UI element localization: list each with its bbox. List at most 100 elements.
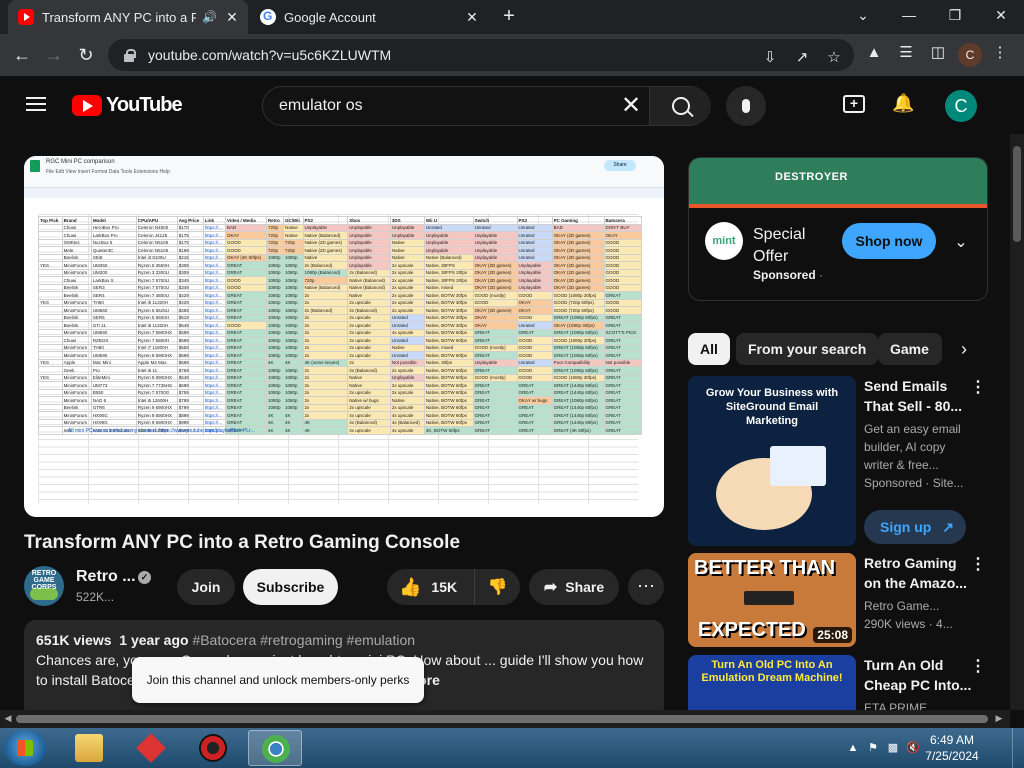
recommendation-ad[interactable]: Grow Your Business with SiteGround Email… — [688, 376, 988, 548]
table-cell: $699 — [176, 351, 204, 360]
channel-name[interactable]: Retro ... — [76, 568, 136, 586]
like-button[interactable]: 👍 15K — [387, 569, 475, 605]
forward-button[interactable]: → — [42, 43, 66, 67]
video-player[interactable]: RGC Mini PC comparison File Edit View In… — [24, 156, 664, 517]
table-cell: OKAY — [225, 231, 267, 240]
recommendation-thumbnail[interactable]: Turn An Old PC Into An Emulation Dream M… — [688, 655, 856, 711]
recommendation-title[interactable]: Send Emails That Sell - 80... — [864, 376, 974, 416]
search-button[interactable] — [649, 87, 711, 125]
table-cell: https://... — [202, 253, 227, 262]
table-cell: HX90G — [90, 411, 137, 420]
table-cell: Beelink — [61, 253, 92, 262]
sheet-share-button: Share — [604, 160, 636, 171]
taskbar-app-media[interactable] — [186, 730, 240, 766]
account-avatar[interactable]: C — [945, 90, 977, 122]
tab-search-icon[interactable]: ⌄ — [840, 0, 886, 30]
reload-button[interactable]: ↻ — [74, 43, 98, 67]
table-cell — [38, 403, 63, 412]
clear-icon[interactable]: ✕ — [619, 94, 643, 119]
start-button[interactable] — [4, 730, 46, 766]
channel-avatar[interactable]: RETRO GAME CORPS — [24, 566, 64, 606]
recommendation-thumbnail[interactable]: Grow Your Business with SiteGround Email… — [688, 376, 856, 546]
install-icon[interactable]: ⇩ — [760, 48, 780, 68]
side-panel-icon[interactable]: ◫ — [928, 43, 948, 63]
taskbar: ▲ ⚑ ▩ 🔇 6:49 AM 7/25/2024 — [0, 728, 1024, 768]
table-cell: 2x upscale — [347, 403, 391, 412]
tab-google-account[interactable]: Google Account ✕ — [252, 0, 488, 34]
chip-all[interactable]: All — [688, 333, 730, 365]
minimize-button[interactable]: — — [886, 0, 932, 30]
show-desktop-button[interactable] — [1012, 728, 1024, 768]
table-cell: Unrated — [516, 238, 553, 247]
taskbar-chrome[interactable] — [248, 730, 302, 766]
new-tab-button[interactable]: + — [498, 6, 520, 28]
chevron-right-icon[interactable]: › — [952, 337, 976, 361]
more-actions-icon[interactable]: ⋯ — [628, 569, 664, 605]
share-button[interactable]: ➦ Share — [529, 569, 619, 605]
more-vert-icon[interactable]: ⋮ — [970, 378, 986, 398]
back-button[interactable]: ← — [10, 43, 34, 67]
search-input[interactable] — [263, 96, 603, 116]
more-vert-icon[interactable]: ⋮ — [970, 555, 986, 575]
horizontal-scrollbar[interactable]: ◀ ▶ — [0, 710, 1010, 728]
profile-avatar[interactable]: C — [958, 43, 982, 67]
table-cell: OKAY — [472, 313, 518, 322]
scrollbar-thumb[interactable] — [1013, 146, 1021, 242]
scroll-right-icon[interactable]: ▶ — [994, 713, 1004, 725]
hashtags[interactable]: #Batocera #retrogaming #emulation — [192, 632, 415, 648]
recommendation-video[interactable]: Turn An Old PC Into An Emulation Dream M… — [688, 655, 988, 711]
join-button[interactable]: Join — [177, 569, 235, 605]
taskbar-explorer[interactable] — [62, 730, 116, 766]
table-cell: GREAT — [225, 411, 267, 420]
more-vert-icon[interactable]: ⋮ — [970, 657, 986, 677]
window-close-button[interactable]: ✕ — [978, 0, 1024, 30]
speaker-icon[interactable]: 🔊 — [202, 10, 218, 24]
close-icon[interactable]: ✕ — [224, 9, 240, 26]
youtube-logo[interactable]: YouTube — [72, 94, 183, 117]
close-icon[interactable]: ✕ — [464, 9, 480, 26]
restore-button[interactable]: ❐ — [932, 0, 978, 30]
subscribe-button[interactable]: Subscribe — [243, 569, 338, 605]
voice-search-button[interactable] — [726, 86, 766, 126]
dislike-button[interactable]: 👎 — [475, 569, 520, 605]
sheets-icon — [30, 160, 40, 172]
table-cell: Native, 30FPS 20fps — [423, 268, 474, 277]
chip-game[interactable]: Game — [878, 333, 942, 365]
chrome-menu-icon[interactable]: ⋮ — [990, 43, 1010, 63]
recommendation-thumbnail[interactable]: BETTER THAN EXPECTED 25:08 — [688, 553, 856, 647]
table-cell: OKAY (2D games) — [551, 268, 605, 277]
table-cell: 4x (Balanced) — [389, 418, 425, 427]
menu-icon[interactable] — [26, 97, 46, 111]
recommendation-channel[interactable]: Retro Game... — [864, 597, 974, 615]
show-hidden-icons-icon[interactable]: ▲ — [846, 742, 860, 754]
flag-icon[interactable]: ⚑ — [866, 742, 880, 754]
scrollbar-thumb[interactable] — [16, 715, 988, 723]
labs-flask-icon[interactable]: ▲ — [864, 43, 884, 63]
scroll-left-icon[interactable]: ◀ — [3, 713, 13, 725]
recommendation-title[interactable]: Retro Gaming on the Amazo... — [864, 553, 974, 593]
recommendation-video[interactable]: BETTER THAN EXPECTED 25:08 Retro Gaming … — [688, 553, 988, 649]
sign-up-button[interactable]: Sign up ↗ — [864, 510, 966, 544]
tab-youtube[interactable]: Transform ANY PC into a Re 🔊 ✕ — [8, 0, 248, 34]
shop-now-button[interactable]: Shop now — [842, 223, 936, 259]
vertical-scrollbar[interactable] — [1010, 134, 1024, 710]
system-clock[interactable]: 6:49 AM 7/25/2024 — [916, 732, 988, 764]
table-cell: Ryzen 7 5750U — [135, 283, 178, 292]
create-video-icon[interactable]: + — [843, 95, 865, 113]
recommendation-title[interactable]: Turn An Old Cheap PC Into... — [864, 655, 974, 695]
table-cell: 1080p — [283, 291, 304, 300]
chevron-down-icon[interactable]: ⌄ — [951, 232, 971, 252]
table-cell: $175 — [176, 238, 204, 247]
sponsored-ad[interactable]: DESTROYER mint Special Offer Sponsored ·… — [688, 157, 988, 301]
address-bar[interactable]: youtube.com/watch?v=u5c6KZLUWTM ⇩ ↗ ☆ — [108, 39, 854, 71]
network-icon[interactable]: ▩ — [886, 742, 900, 754]
media-control-icon[interactable]: ☰ — [896, 43, 916, 63]
table-cell: https://... — [202, 366, 227, 375]
taskbar-app-red[interactable] — [124, 730, 178, 766]
share-icon[interactable]: ↗ — [792, 48, 812, 68]
notifications-bell-icon[interactable]: 🔔 — [892, 92, 914, 114]
lock-icon[interactable] — [122, 48, 136, 62]
chip-from-your-search[interactable]: From your search — [736, 333, 879, 365]
table-cell: https://... — [202, 238, 227, 247]
bookmark-star-icon[interactable]: ☆ — [824, 48, 844, 68]
